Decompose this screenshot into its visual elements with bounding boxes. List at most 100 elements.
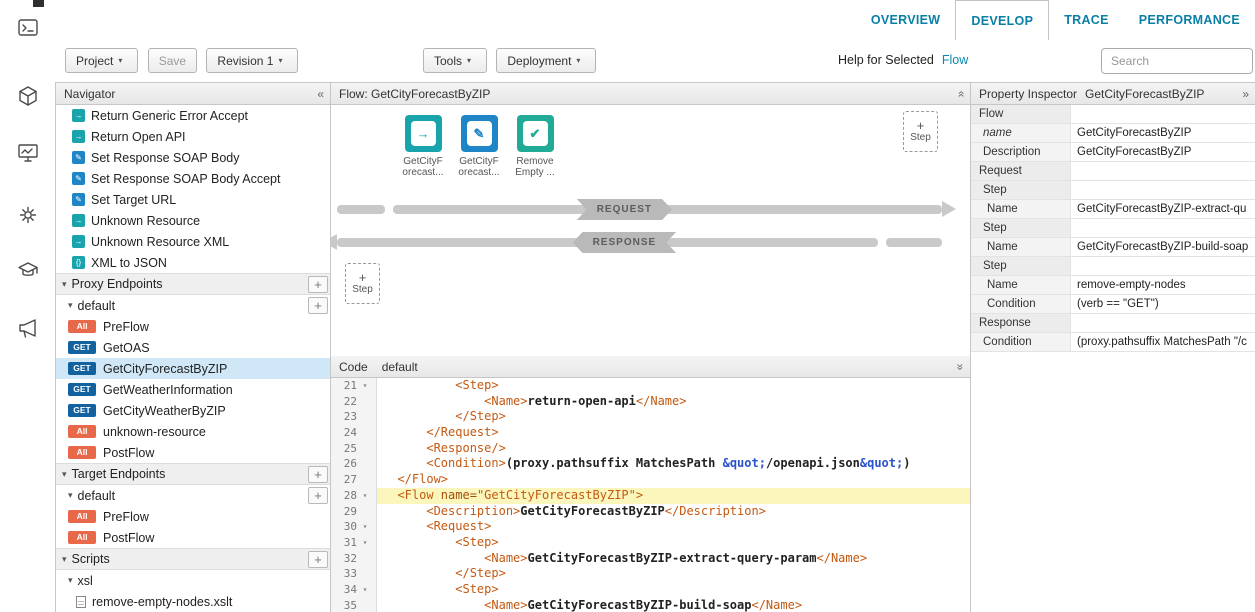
tab-performance[interactable]: PERFORMANCE [1124, 0, 1255, 40]
code-line-28[interactable]: 28▾ <Flow name="GetCityForecastByZIP"> [331, 488, 970, 504]
nav-item-getweatherinformation[interactable]: GETGetWeatherInformation [56, 379, 330, 400]
code-line-27[interactable]: 27 </Flow> [331, 472, 970, 488]
help-flow-link[interactable]: Flow [942, 53, 968, 67]
inspector-row-condition: Condition(verb == "GET") [971, 295, 1255, 314]
nav-item-getoas[interactable]: GETGetOAS [56, 337, 330, 358]
nav-item-remove-empty-nodes-xslt[interactable]: remove-empty-nodes.xslt [56, 591, 330, 612]
caret-down-icon[interactable]: ▾ [62, 554, 67, 565]
nav-item-scripts[interactable]: ▾ Scripts + [56, 548, 330, 570]
proxies-icon[interactable] [0, 76, 55, 116]
fold-caret-icon[interactable]: ▾ [357, 488, 373, 504]
code-line-31[interactable]: 31▾ <Step> [331, 535, 970, 551]
flow-step-getcityf-orecast[interactable]: ✎GetCityForecast... [451, 115, 507, 178]
caret-down-icon[interactable]: ▾ [62, 469, 67, 480]
property-value[interactable]: (proxy.pathsuffix MatchesPath "/c [1071, 333, 1255, 351]
add-button[interactable]: + [308, 551, 328, 568]
nav-item-unknown-resource[interactable]: →Unknown Resource [56, 210, 330, 231]
settings-gear-icon[interactable] [0, 195, 55, 235]
deployment-button[interactable]: Deployment▾ [496, 48, 596, 73]
fold-caret-icon[interactable]: ▾ [357, 519, 373, 535]
announce-icon[interactable] [0, 308, 55, 348]
property-value[interactable]: GetCityForecastByZIP [1071, 124, 1255, 142]
code-header: Code default » [331, 356, 970, 378]
nav-item-unknown-resource-xml[interactable]: →Unknown Resource XML [56, 231, 330, 252]
code-editor[interactable]: 21▾ <Step>22 <Name>return-open-api</Name… [331, 378, 970, 612]
line-number: 30 [331, 519, 357, 535]
nav-item-preflow[interactable]: AllPreFlow [56, 316, 330, 337]
code-line-30[interactable]: 30▾ <Request> [331, 519, 970, 535]
nav-item-default[interactable]: ▾default+ [56, 295, 330, 316]
learn-cap-icon[interactable] [0, 250, 55, 290]
nav-item-target-endpoints[interactable]: ▾Target Endpoints+ [56, 463, 330, 485]
fold-caret-icon[interactable]: ▾ [357, 582, 373, 598]
code-line-32[interactable]: 32 <Name>GetCityForecastByZIP-extract-qu… [331, 551, 970, 567]
property-value[interactable]: GetCityForecastByZIP-build-soap [1071, 238, 1255, 256]
flow-step-getcityf-orecast[interactable]: →GetCityForecast... [395, 115, 451, 178]
line-number: 34 [331, 582, 357, 598]
add-button[interactable]: + [308, 276, 328, 293]
code-line-35[interactable]: 35 <Name>GetCityForecastByZIP-build-soap… [331, 598, 970, 612]
fold-caret-icon[interactable]: ▾ [357, 378, 373, 394]
property-value[interactable]: (verb == "GET") [1071, 295, 1255, 313]
collapse-left-icon[interactable]: « [317, 83, 324, 105]
fold-caret-icon[interactable]: ▾ [357, 535, 373, 551]
caret-down-icon[interactable]: ▾ [68, 490, 73, 501]
collapse-right-icon[interactable]: » [1242, 83, 1249, 105]
search-input[interactable] [1101, 48, 1253, 74]
nav-item-set-target-url[interactable]: ✎Set Target URL [56, 189, 330, 210]
nav-item-default[interactable]: ▾default+ [56, 485, 330, 506]
code-line-22[interactable]: 22 <Name>return-open-api</Name> [331, 394, 970, 410]
property-value[interactable]: GetCityForecastByZIP [1071, 143, 1255, 161]
publish-icon[interactable] [0, 133, 55, 173]
property-value[interactable]: remove-empty-nodes [1071, 276, 1255, 294]
nav-item-getcityforecastbyzip[interactable]: GETGetCityForecastByZIP [56, 358, 330, 379]
property-value[interactable]: GetCityForecastByZIP-extract-qu [1071, 200, 1255, 218]
nav-item-preflow[interactable]: AllPreFlow [56, 506, 330, 527]
nav-item-postflow[interactable]: AllPostFlow [56, 442, 330, 463]
code-file-select[interactable]: default [382, 360, 418, 374]
tools-button[interactable]: Tools▾ [423, 48, 487, 73]
code-line-29[interactable]: 29 <Description>GetCityForecastByZIP</De… [331, 504, 970, 520]
collapse-up-icon[interactable]: » [957, 83, 964, 105]
caret-down-icon[interactable]: ▾ [68, 575, 73, 586]
save-button[interactable]: Save [148, 48, 197, 73]
caret-down-icon[interactable]: ▾ [68, 300, 73, 311]
flow-step-remove-empty[interactable]: ✔RemoveEmpty ... [507, 115, 563, 178]
nav-item-postflow[interactable]: AllPostFlow [56, 527, 330, 548]
add-step-button[interactable]: +Step [903, 111, 938, 152]
nav-item-set-response-soap-body-accept[interactable]: ✎Set Response SOAP Body Accept [56, 168, 330, 189]
project-button[interactable]: Project▾ [65, 48, 138, 73]
tab-trace[interactable]: TRACE [1049, 0, 1124, 40]
revision-button[interactable]: Revision 1▾ [206, 48, 298, 73]
nav-item-return-generic-error-accept[interactable]: →Return Generic Error Accept [56, 105, 330, 126]
navigator-header: Navigator « [56, 83, 330, 105]
nav-item-xsl[interactable]: ▾xsl [56, 570, 330, 591]
property-value [1071, 314, 1255, 332]
code-line-33[interactable]: 33 </Step> [331, 566, 970, 582]
code-line-26[interactable]: 26 <Condition>(proxy.pathsuffix MatchesP… [331, 456, 970, 472]
expand-down-icon[interactable]: » [957, 356, 964, 378]
nav-item-unknown-resource[interactable]: Allunknown-resource [56, 421, 330, 442]
code-line-21[interactable]: 21▾ <Step> [331, 378, 970, 394]
add-step-button[interactable]: +Step [345, 263, 380, 304]
code-line-34[interactable]: 34▾ <Step> [331, 582, 970, 598]
terminal-icon[interactable] [0, 8, 55, 48]
tab-develop[interactable]: DEVELOP [955, 0, 1049, 40]
code-line-23[interactable]: 23 </Step> [331, 409, 970, 425]
nav-item-xml-to-json[interactable]: {}XML to JSON [56, 252, 330, 273]
code-line-24[interactable]: 24 </Request> [331, 425, 970, 441]
gutter: 26 [331, 456, 377, 472]
tab-overview[interactable]: OVERVIEW [856, 0, 956, 40]
caret-down-icon[interactable]: ▾ [62, 279, 67, 290]
nav-item-proxy-endpoints[interactable]: ▾Proxy Endpoints+ [56, 273, 330, 295]
add-button[interactable]: + [308, 466, 328, 483]
toolbar-left-group: Project▾ Save Revision 1▾ [65, 48, 304, 73]
nav-item-label: Scripts [72, 552, 110, 566]
add-button[interactable]: + [308, 297, 328, 314]
nav-item-return-open-api[interactable]: →Return Open API [56, 126, 330, 147]
nav-item-getcityweatherbyzip[interactable]: GETGetCityWeatherByZIP [56, 400, 330, 421]
code-line-25[interactable]: 25 <Response/> [331, 441, 970, 457]
nav-item-set-response-soap-body[interactable]: ✎Set Response SOAP Body [56, 147, 330, 168]
add-button[interactable]: + [308, 487, 328, 504]
method-badge: GET [68, 362, 96, 375]
